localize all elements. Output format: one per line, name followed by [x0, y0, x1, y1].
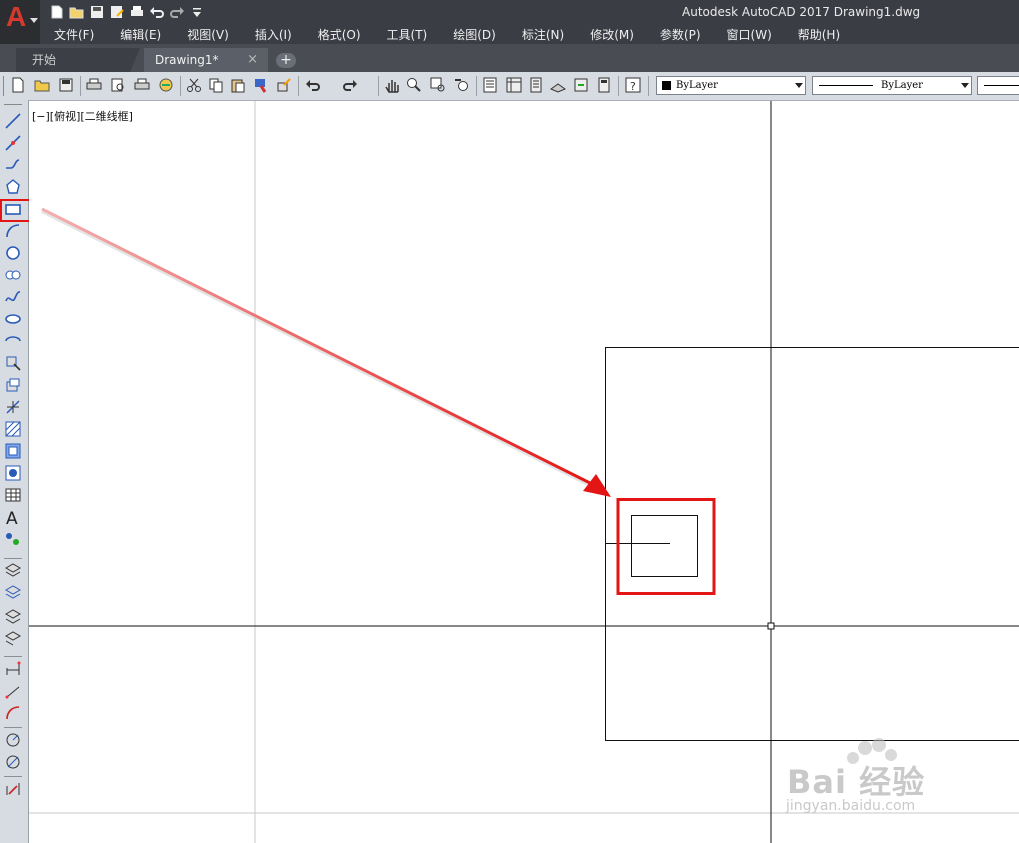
annotation-arrow — [41, 207, 593, 486]
annotation-arrow-shadow — [41, 209, 595, 489]
crosshair-pickbox — [767, 622, 775, 630]
cursor-highlight-box — [616, 498, 716, 595]
small-rectangle — [631, 515, 698, 577]
drawing-overlay — [29, 101, 1019, 843]
watermark-url: jingyan.baidu.com — [786, 798, 916, 814]
watermark-text: Bai 经验 — [787, 763, 926, 801]
